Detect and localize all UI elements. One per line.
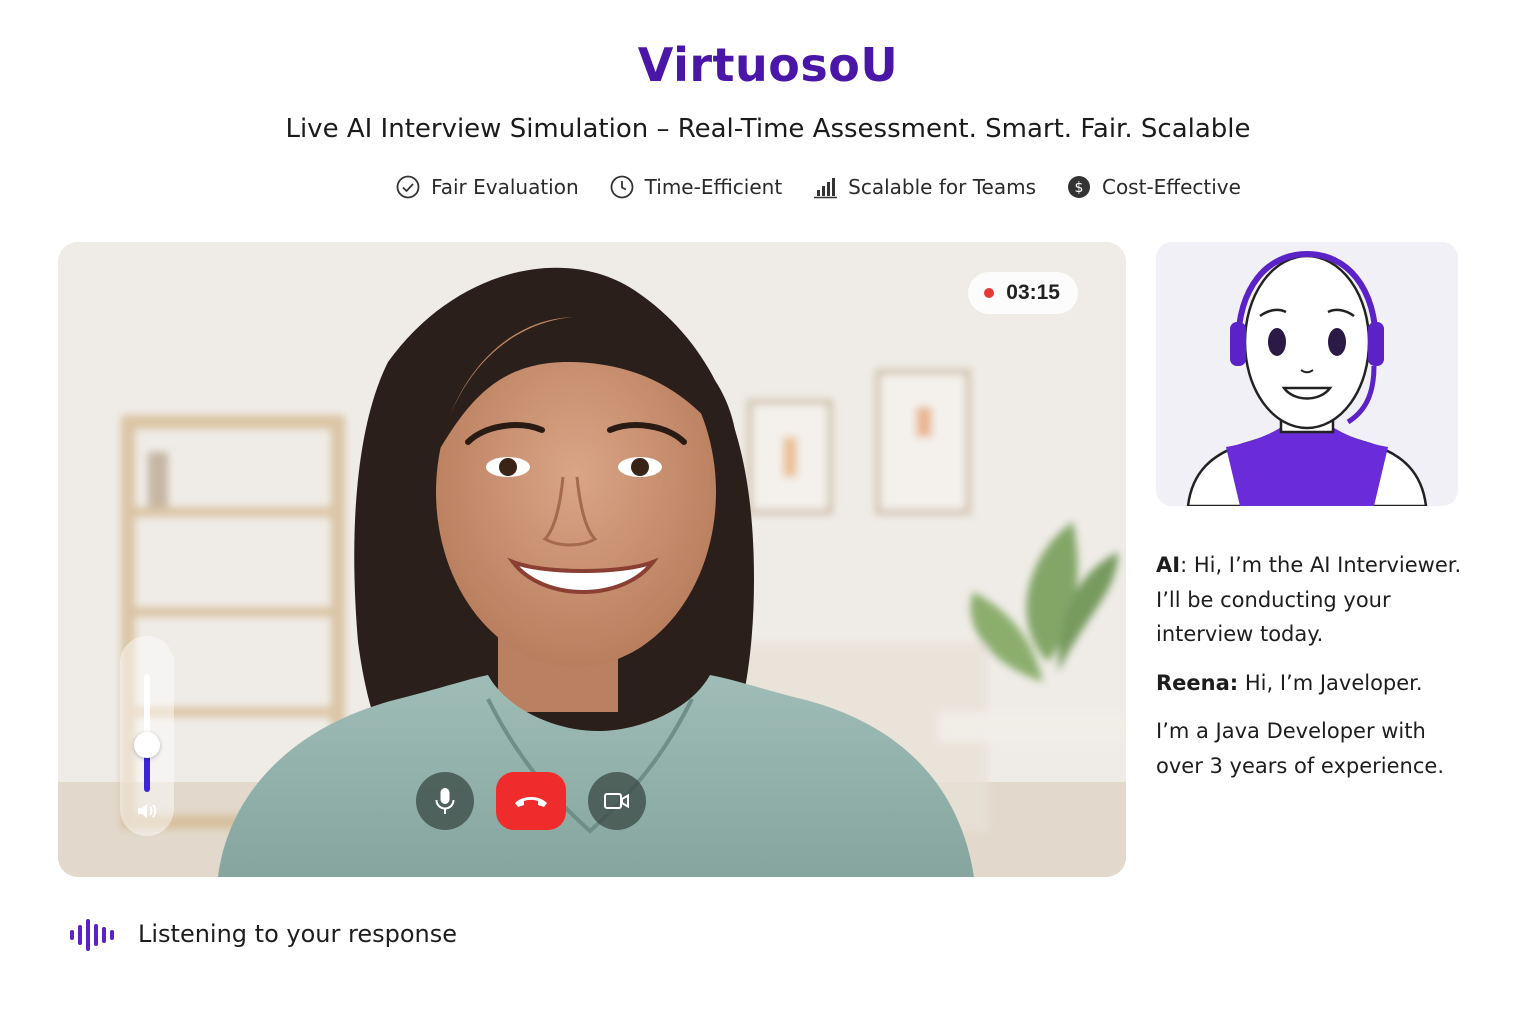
dollar-coin-icon: $ [1067,176,1090,198]
ai-interviewer-avatar [1156,242,1458,506]
camera-button[interactable] [588,772,646,830]
feature-scalable: Scalable for Teams [812,174,1036,200]
interview-transcript: AI: Hi, I’m the AI Interviewer. I’ll be … [1156,548,1476,797]
recording-dot-icon [984,288,995,298]
speaker-name: Reena: [1156,670,1239,695]
feature-time-efficient: Time-Efficient [609,174,783,200]
feature-label: Scalable for Teams [848,175,1036,199]
clock-icon [610,175,634,199]
sound-wave-icon [70,919,114,951]
candidate-video-feed: 03:15 [58,242,1126,877]
timer-text: 03:15 [1006,281,1060,304]
phone-hangup-icon [515,797,547,807]
status-text: Listening to your response [138,920,457,948]
transcript-message-candidate: I’m a Java Developer with over 3 years o… [1156,714,1476,783]
message-text: : Hi, I’m the AI Interviewer. I’ll be co… [1156,553,1462,646]
call-controls [416,772,646,830]
bar-chart-icon [814,178,838,199]
check-circle-icon [396,175,420,199]
ai-avatar-illustration [1186,250,1428,506]
transcript-message-ai: AI: Hi, I’m the AI Interviewer. I’ll be … [1156,548,1476,652]
end-call-button[interactable] [496,772,566,830]
brand-title: VirtuosoU [637,38,899,92]
feature-label: Cost-Effective [1101,175,1241,199]
microphone-icon [435,788,455,814]
call-timer: 03:15 [968,272,1078,314]
message-text: Hi, I’m Javeloper. [1238,670,1423,695]
tagline: Live AI Interview Simulation – Real-Time… [285,114,1251,144]
mute-button[interactable] [416,772,474,830]
speaker-name: AI [1156,553,1181,577]
feature-cost-effective: $ Cost-Effective [1066,174,1241,200]
feature-label: Time-Efficient [644,175,783,199]
message-text: I’m a Java Developer with over 3 years o… [1156,719,1444,778]
video-camera-icon [604,793,629,809]
feature-fair-evaluation: Fair Evaluation [395,174,579,200]
feature-label: Fair Evaluation [431,175,579,199]
svg-text:$: $ [1075,180,1084,196]
listening-status: Listening to your response [68,916,457,952]
feature-list: Fair Evaluation Time-Efficient Scalable … [0,174,1536,200]
volume-slider[interactable] [120,636,174,836]
volume-handle[interactable] [134,732,160,758]
transcript-message-candidate: Reena: Hi, I’m Javeloper. [1156,666,1476,701]
speaker-icon [138,804,157,818]
